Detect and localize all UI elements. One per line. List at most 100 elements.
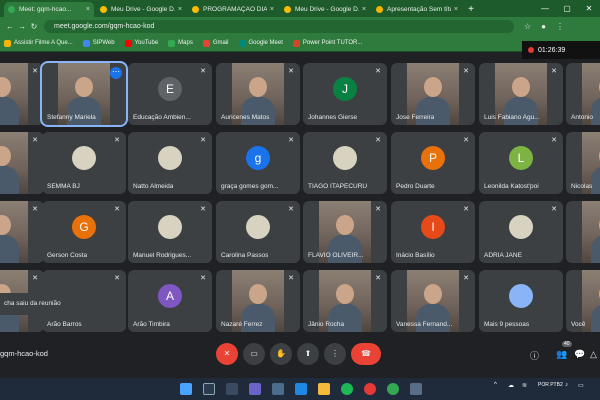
file-explorer-icon[interactable] — [272, 383, 284, 395]
volume-icon[interactable]: ♪ — [565, 382, 568, 388]
close-tab-icon[interactable]: × — [86, 6, 90, 13]
edge-icon[interactable] — [295, 383, 307, 395]
participant-tile[interactable]: ✕ Manuel Rodrigues... — [128, 201, 212, 263]
meet-grid: cha saiu da reunião ✕ ✕ ⋯ Stefanny Mariela E… — [0, 53, 600, 378]
browser-tab[interactable]: PROGRAMAÇÃO DIA... × — [188, 2, 278, 17]
participant-tile[interactable]: ✕ Jose Ferreira — [391, 63, 475, 125]
bookmark-item[interactable]: Maps — [168, 39, 193, 47]
participant-tile[interactable]: ✕ Nazaré Ferrez — [216, 270, 300, 332]
url-input[interactable]: meet.google.com/gqm-hcao-kod — [44, 19, 514, 33]
battery-icon[interactable]: ▭ — [578, 382, 584, 389]
participant-tile[interactable]: ✕ — [566, 201, 600, 263]
close-tab-icon[interactable]: × — [270, 6, 274, 13]
mic-muted-icon: ✕ — [463, 68, 469, 75]
participant-name: Arão Timbira — [133, 321, 170, 328]
close-tab-icon[interactable]: × — [362, 6, 366, 13]
minimize-icon[interactable]: — — [534, 0, 556, 17]
avatar: L — [509, 146, 533, 170]
participant-tile[interactable]: ✕ — [0, 63, 44, 125]
profile-icon[interactable]: ● — [541, 22, 546, 31]
bookmark-item[interactable]: Assistir Filme A Que... — [4, 39, 73, 47]
reload-icon[interactable]: ↻ — [28, 22, 40, 31]
task-view-icon[interactable] — [226, 383, 238, 395]
participant-tile[interactable]: ✕ TIAGO ITAPECURU — [303, 132, 387, 194]
folder-icon[interactable] — [318, 383, 330, 395]
language-indicator[interactable]: POR PTB2 — [538, 382, 563, 388]
participant-tile[interactable]: ✕ ADRIA JANE — [479, 201, 563, 263]
participant-tile[interactable]: E ✕ Educação Ambien... — [128, 63, 212, 125]
participant-tile[interactable]: ✕⋯Stefanny Mariela — [40, 61, 128, 127]
call-end-icon[interactable]: ☎ — [351, 343, 381, 365]
activities-icon[interactable]: △ — [590, 349, 597, 360]
browser-tab[interactable]: Meu Drive - Google D... × — [96, 2, 186, 17]
bookmark-item[interactable]: Power Point TUTOR... — [292, 39, 362, 47]
search-icon[interactable] — [203, 383, 215, 395]
chat-app-icon[interactable] — [249, 383, 261, 395]
bookmark-icon — [292, 39, 300, 47]
network-icon[interactable]: ☁ — [508, 382, 514, 389]
participant-tile[interactable]: G ✕ Gerson Costa — [42, 201, 126, 263]
participant-tile[interactable]: ✕Antonio — [566, 63, 600, 125]
bookmark-item[interactable]: Gmail — [202, 39, 229, 47]
participant-tile[interactable]: ✕ Luis Fabiano Agu... — [479, 63, 563, 125]
wifi-icon[interactable]: ≋ — [522, 382, 527, 389]
mic-muted-icon: ✕ — [32, 275, 38, 282]
chrome-icon[interactable] — [387, 383, 399, 395]
profile-image — [158, 146, 182, 170]
people-icon[interactable]: 👥 — [556, 349, 567, 360]
back-icon[interactable]: ← — [4, 22, 16, 31]
bookmark-icon — [124, 39, 132, 47]
participant-tile[interactable]: ✕ Natto Almeida — [128, 132, 212, 194]
spotify-icon[interactable] — [341, 383, 353, 395]
bookmark-item[interactable]: SIPWeb — [82, 39, 115, 47]
chat-icon[interactable]: 💬 — [574, 349, 585, 360]
start-icon[interactable] — [180, 383, 192, 395]
mic-muted-icon: ✕ — [32, 137, 38, 144]
participant-tile[interactable]: ✕ FLAVIO OLIVEIR... — [303, 201, 387, 263]
camera-icon[interactable]: ▭ — [243, 343, 265, 365]
mic-muted-icon: ✕ — [375, 275, 381, 282]
participant-tile[interactable]: ✕Nicolas — [566, 132, 600, 194]
mic-muted-icon: ✕ — [288, 68, 294, 75]
info-icon[interactable]: ⓘ — [530, 349, 539, 362]
star-icon[interactable]: ☆ — [524, 22, 531, 31]
mic-off-icon[interactable]: ✕ — [216, 343, 238, 365]
participant-tile[interactable]: ✕ Jânio Rocha — [303, 270, 387, 332]
participant-name: Pedro Duarte — [396, 183, 435, 190]
new-tab-button[interactable]: + — [464, 2, 478, 17]
browser-tab[interactable]: Meet: gqm-hcao... × — [4, 2, 94, 17]
bookmark-item[interactable]: Google Meet — [238, 39, 283, 47]
participant-tile[interactable]: ✕ Vanessa Fernand... — [391, 270, 475, 332]
participant-tile[interactable]: I ✕ Inácio Basílio — [391, 201, 475, 263]
close-window-icon[interactable]: ✕ — [578, 0, 600, 17]
participant-tile[interactable]: ✕do — [0, 201, 44, 263]
bookmark-item[interactable]: YouTube — [124, 39, 158, 47]
tray-chevron-icon[interactable]: ^ — [494, 382, 497, 388]
participant-tile[interactable]: ✕Você — [566, 270, 600, 332]
participant-tile[interactable]: L ✕ Leonilda Katost'poi — [479, 132, 563, 194]
raise-hand-icon[interactable]: ✋ — [270, 343, 292, 365]
participant-tile[interactable]: ✕ Auricenes Matos — [216, 63, 300, 125]
close-tab-icon[interactable]: × — [178, 6, 182, 13]
more-vert-icon[interactable]: ⋮ — [324, 343, 346, 365]
participant-tile[interactable]: P ✕ Pedro Duarte — [391, 132, 475, 194]
maximize-icon[interactable]: ▢ — [556, 0, 578, 17]
mic-muted-icon: ✕ — [288, 137, 294, 144]
close-tab-icon[interactable]: × — [454, 6, 458, 13]
participant-tile[interactable]: J ✕ Johannes Gierse — [303, 63, 387, 125]
participant-tile[interactable]: ✕ SEMMA BJ — [42, 132, 126, 194]
app-icon[interactable] — [364, 383, 376, 395]
participant-tile[interactable]: A ✕ Arão Timbira — [128, 270, 212, 332]
browser-tab[interactable]: Meu Drive - Google D... × — [280, 2, 370, 17]
menu-icon[interactable]: ⋮ — [556, 22, 564, 31]
forward-icon[interactable]: → — [16, 22, 28, 31]
present-icon[interactable]: ⬆ — [297, 343, 319, 365]
participant-tile[interactable]: ✕ Carolina Passos — [216, 201, 300, 263]
app2-icon[interactable] — [410, 383, 422, 395]
participant-tile[interactable]: g ✕ graça gomes gom... — [216, 132, 300, 194]
participant-tile[interactable]: ✕occo — [0, 132, 44, 194]
bookmark-label: Gmail — [212, 40, 229, 46]
browser-tab[interactable]: Apresentação Sem título...× — [372, 2, 462, 17]
participant-tile[interactable]: Mais 9 pessoas — [479, 270, 563, 332]
tile-options-icon[interactable]: ⋯ — [110, 67, 122, 79]
